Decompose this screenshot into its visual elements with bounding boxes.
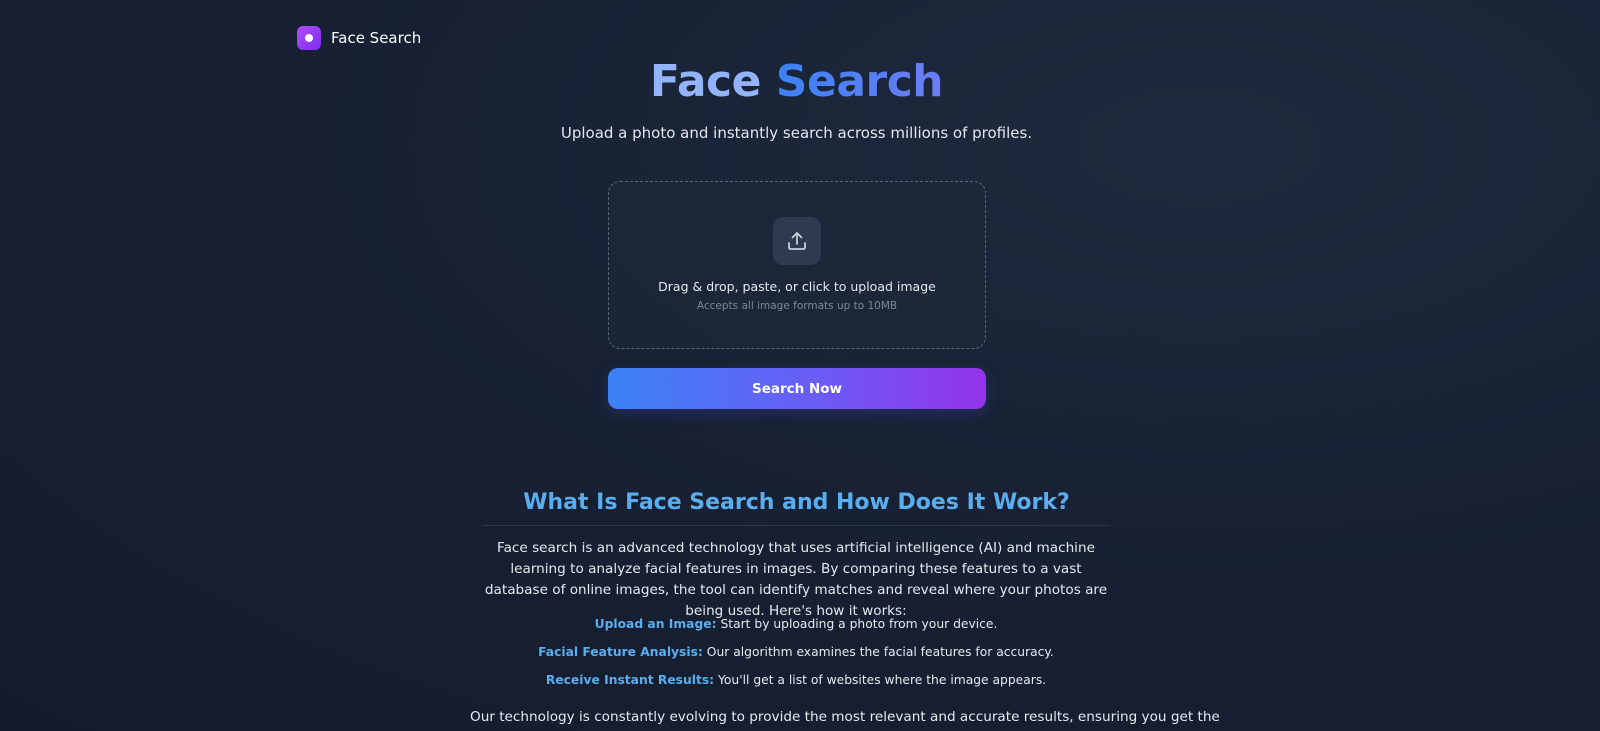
section-description: Face search is an advanced technology th… xyxy=(484,540,1108,619)
upload-icon xyxy=(773,217,821,265)
upload-format-hint: Accepts all image formats up to 10MB xyxy=(696,300,898,312)
step-label: Upload an Image: xyxy=(594,617,717,631)
step-item: Receive Instant Results: You'll get a li… xyxy=(482,671,1110,699)
face-search-logo-icon xyxy=(297,26,321,50)
step-text: Our algorithm examines the facial featur… xyxy=(706,645,1054,659)
step-label: Facial Feature Analysis: xyxy=(538,645,703,659)
upload-instructions: Drag & drop, paste, or click to upload i… xyxy=(658,279,936,294)
how-it-works-steps: Upload an Image: Start by uploading a ph… xyxy=(482,615,1110,699)
page-subtitle: Upload a photo and instantly search acro… xyxy=(560,124,1033,142)
step-item: Facial Feature Analysis: Our algorithm e… xyxy=(482,643,1110,671)
step-label: Receive Instant Results: xyxy=(545,673,715,687)
page-title: Face Search xyxy=(0,56,1593,107)
search-now-button[interactable]: Search Now xyxy=(608,368,986,409)
step-text: Start by uploading a photo from your dev… xyxy=(720,617,998,631)
closing-paragraph: Our technology is constantly evolving to… xyxy=(470,709,1220,725)
step-item: Upload an Image: Start by uploading a ph… xyxy=(482,615,1110,643)
page-title-part2: Search xyxy=(775,56,944,107)
image-upload-dropzone[interactable]: Drag & drop, paste, or click to upload i… xyxy=(608,181,986,349)
brand-name: Face Search xyxy=(331,29,422,47)
brand-header[interactable]: Face Search xyxy=(297,26,421,50)
section-divider xyxy=(482,525,1110,526)
section-title: What Is Face Search and How Does It Work… xyxy=(523,490,1070,515)
page-title-part1: Face xyxy=(649,56,762,107)
step-text: You'll get a list of websites where the … xyxy=(718,673,1047,687)
